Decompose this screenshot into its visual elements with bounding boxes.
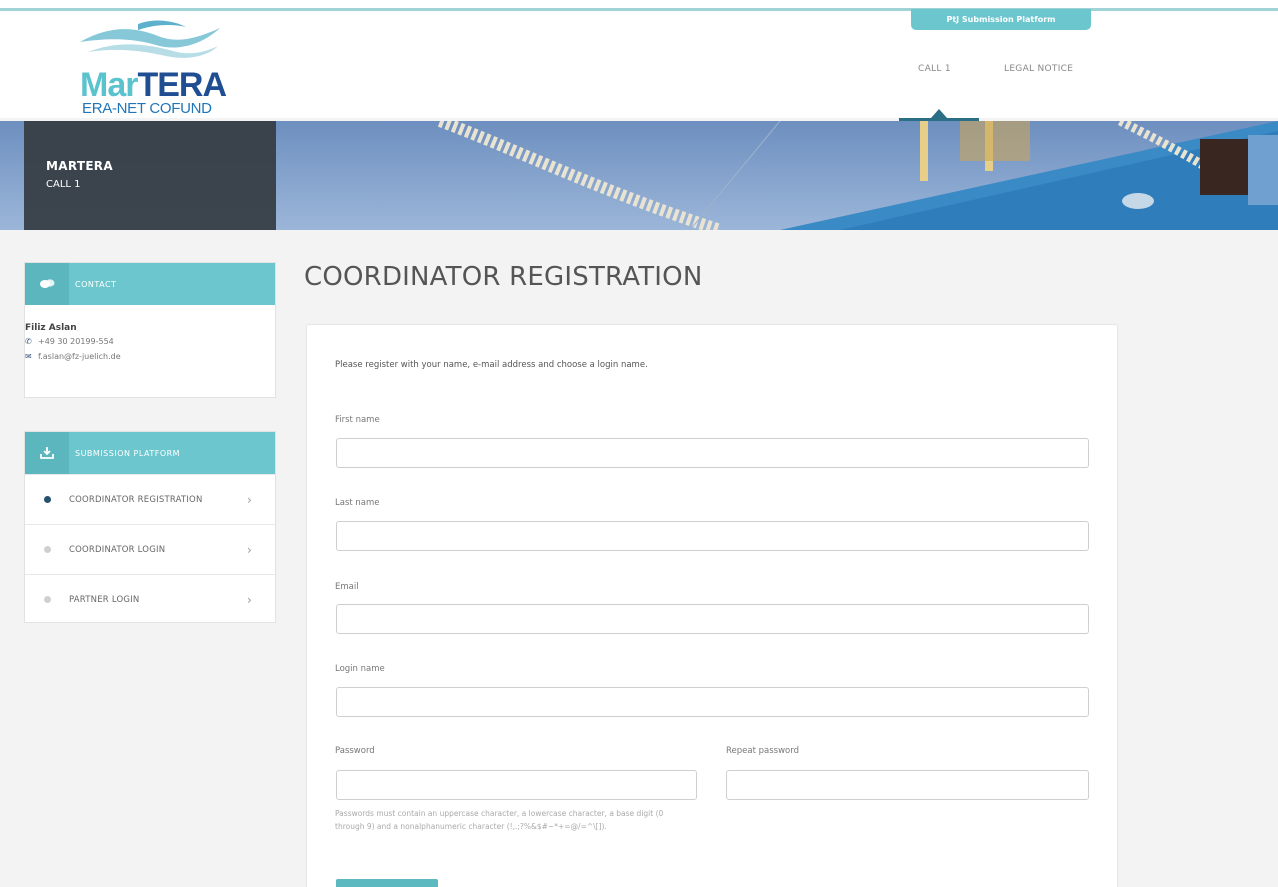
active-nav-indicator	[899, 118, 979, 121]
phone-icon: ✆	[25, 337, 32, 346]
email-label: Email	[335, 582, 359, 592]
chevron-right-icon: ›	[247, 592, 252, 607]
sidebar-item-label: PARTNER LOGIN	[69, 594, 140, 605]
page-title: COORDINATOR REGISTRATION	[304, 262, 703, 292]
chevron-right-icon: ›	[247, 492, 252, 507]
contact-email-link[interactable]: f.aslan@fz-juelich.de	[38, 352, 121, 361]
contact-panel-header: CONTACT	[25, 263, 275, 305]
submission-platform-panel: SUBMISSION PLATFORM COORDINATOR REGISTRA…	[24, 431, 276, 623]
last-name-field[interactable]	[336, 521, 1089, 551]
first-name-label: First name	[335, 415, 380, 425]
password-hint: Passwords must contain an uppercase char…	[335, 809, 664, 831]
login-name-label: Login name	[335, 664, 385, 674]
submission-panel-header: SUBMISSION PLATFORM	[25, 432, 275, 474]
logo-subtitle: ERA-NET COFUND	[82, 100, 212, 117]
sidebar-item-label: COORDINATOR LOGIN	[69, 544, 166, 555]
envelope-icon: ✉	[25, 352, 32, 361]
contact-phone: +49 30 20199-554	[38, 337, 114, 346]
nav-legal-notice[interactable]: LEGAL NOTICE	[1004, 64, 1073, 74]
contact-name: Filiz Aslan	[25, 323, 77, 333]
banner-title: MARTERA	[46, 159, 113, 173]
form-intro-text: Please register with your name, e-mail a…	[335, 360, 648, 370]
submission-heading: SUBMISSION PLATFORM	[75, 448, 181, 458]
logo-wordmark: MarTERA	[80, 66, 227, 104]
register-button[interactable]	[336, 879, 438, 887]
contact-panel: CONTACT Filiz Aslan ✆ +49 30 20199-554 ✉…	[24, 262, 276, 398]
repeat-password-field[interactable]	[726, 770, 1089, 800]
first-name-field[interactable]	[336, 438, 1089, 468]
last-name-label: Last name	[335, 498, 380, 508]
active-dot-icon	[43, 496, 51, 503]
banner-subtitle: CALL 1	[46, 179, 81, 190]
email-field[interactable]	[336, 604, 1089, 634]
platform-tab[interactable]: PtJ Submission Platform	[911, 9, 1091, 30]
login-name-field[interactable]	[336, 687, 1089, 717]
repeat-password-label: Repeat password	[726, 746, 799, 756]
banner-label: MARTERA CALL 1	[24, 121, 276, 230]
contact-phone-row: ✆ +49 30 20199-554	[25, 337, 275, 346]
martera-logo[interactable]: MarTERA ERA-NET COFUND	[78, 18, 228, 117]
logo-tera: TERA	[137, 66, 227, 104]
sidebar-item-coordinator-login[interactable]: COORDINATOR LOGIN ›	[25, 524, 275, 574]
nav-call-1[interactable]: CALL 1	[918, 64, 951, 74]
sidebar-item-partner-login[interactable]: PARTNER LOGIN ›	[25, 574, 275, 624]
sidebar-item-coordinator-registration[interactable]: COORDINATOR REGISTRATION ›	[25, 474, 275, 524]
logo-mar: Mar	[80, 66, 138, 104]
password-label: Password	[335, 746, 375, 756]
inactive-dot-icon	[43, 546, 51, 553]
inactive-dot-icon	[43, 596, 51, 603]
sidebar-item-label: COORDINATOR REGISTRATION	[69, 494, 203, 505]
chat-bubbles-icon	[25, 263, 69, 305]
chevron-right-icon: ›	[247, 542, 252, 557]
download-tray-icon	[25, 432, 69, 474]
contact-heading: CONTACT	[75, 279, 117, 289]
password-field[interactable]	[336, 770, 697, 800]
active-nav-caret	[931, 109, 947, 118]
wave-logo-icon	[80, 20, 220, 58]
contact-email-row[interactable]: ✉ f.aslan@fz-juelich.de	[25, 352, 275, 361]
